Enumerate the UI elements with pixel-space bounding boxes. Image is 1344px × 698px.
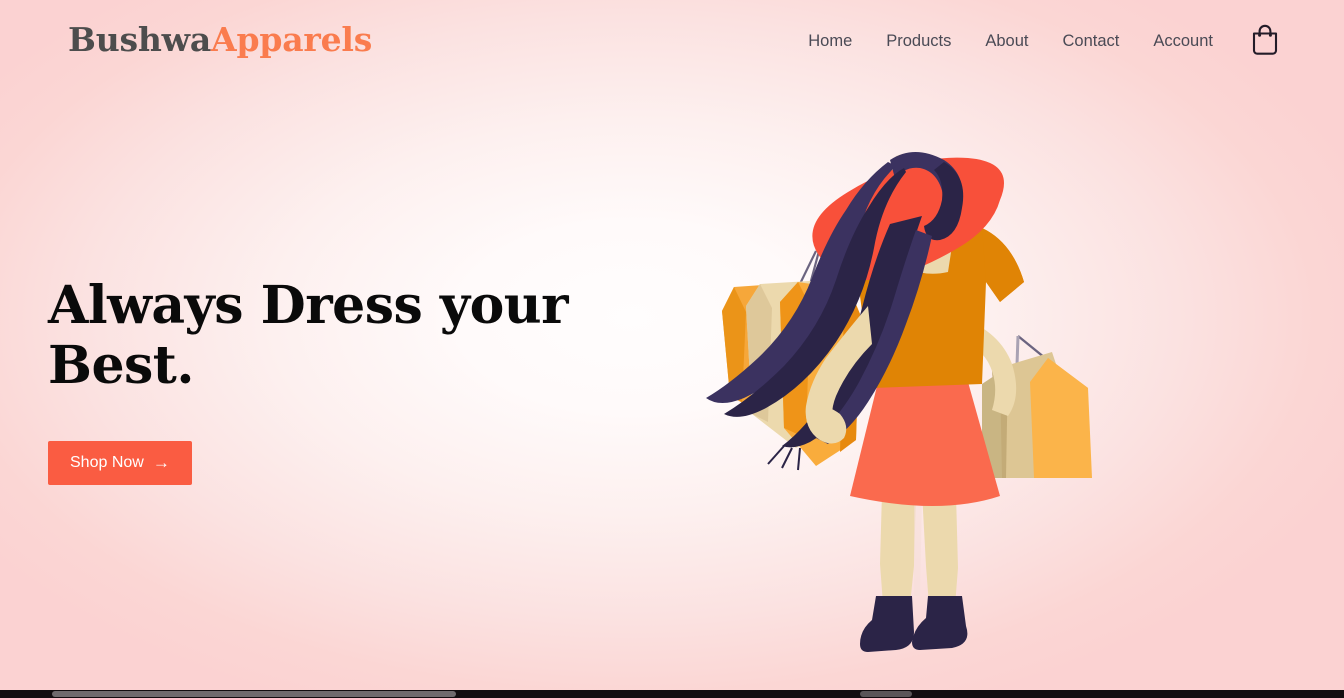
arrow-right-icon: → bbox=[152, 453, 170, 473]
site-header: BushwaApparels Home Products About Conta… bbox=[0, 0, 1344, 82]
shop-now-button[interactable]: Shop Now → bbox=[48, 440, 192, 485]
horizontal-scrollbar-thumb[interactable] bbox=[52, 691, 456, 697]
hero-headline: Always Dress your Best. bbox=[48, 275, 568, 397]
site-logo[interactable]: BushwaApparels bbox=[68, 23, 372, 56]
hero-illustration bbox=[700, 96, 1120, 672]
nav-item-account[interactable]: Account bbox=[1136, 27, 1230, 56]
nav-item-home[interactable]: Home bbox=[791, 27, 869, 56]
website-page: BushwaApparels Home Products About Conta… bbox=[0, 0, 1344, 690]
nav-item-contact[interactable]: Contact bbox=[1046, 27, 1137, 56]
nav-item-about[interactable]: About bbox=[968, 27, 1045, 56]
nav-item-products[interactable]: Products bbox=[869, 27, 968, 56]
hero-copy-block: Always Dress your Best. Shop Now → bbox=[48, 275, 668, 485]
logo-text-primary: Bushwa bbox=[68, 19, 212, 59]
shoes bbox=[860, 596, 968, 652]
browser-viewport: BushwaApparels Home Products About Conta… bbox=[0, 0, 1344, 698]
shop-now-label: Shop Now bbox=[70, 453, 144, 471]
horizontal-scrollbar[interactable] bbox=[0, 690, 1344, 698]
shopping-bag-icon bbox=[1250, 22, 1280, 59]
logo-text-accent: Apparels bbox=[211, 19, 373, 59]
horizontal-scrollbar-marker[interactable] bbox=[860, 691, 912, 697]
main-navigation: Home Products About Contact Account bbox=[791, 24, 1280, 59]
cart-button[interactable] bbox=[1250, 22, 1280, 59]
skirt bbox=[850, 382, 1000, 506]
